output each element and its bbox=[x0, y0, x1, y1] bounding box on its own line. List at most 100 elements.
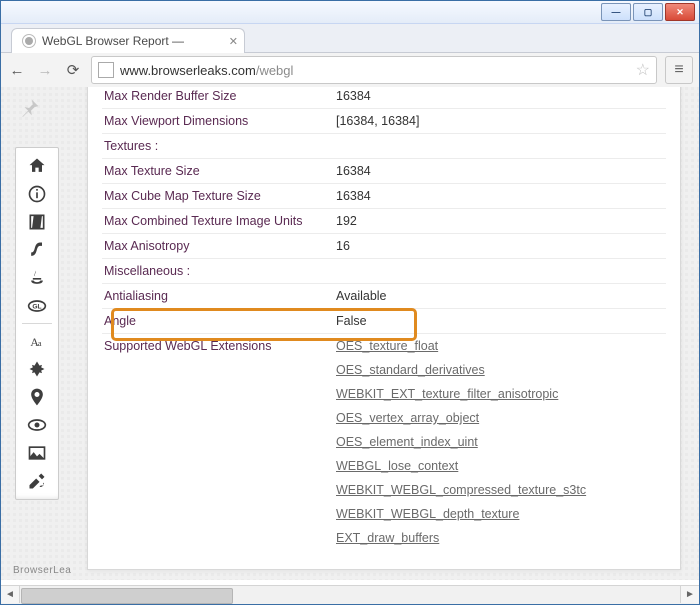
page-body: GL Aa BrowserLea Max Render Buffer Size1… bbox=[1, 87, 699, 580]
row-label: Supported WebGL Extensions bbox=[102, 337, 334, 355]
image-icon[interactable] bbox=[20, 439, 54, 467]
flash-icon[interactable] bbox=[20, 236, 54, 264]
extension-link[interactable]: WEBKIT_WEBGL_depth_texture bbox=[336, 507, 519, 521]
section-label: Miscellaneous : bbox=[102, 262, 666, 280]
row-value: OES_texture_float bbox=[334, 337, 666, 355]
fonts-icon[interactable]: Aa bbox=[20, 327, 54, 355]
row-value: Available bbox=[334, 287, 666, 305]
svg-text:a: a bbox=[38, 339, 42, 348]
row-value: WEBKIT_EXT_texture_filter_anisotropic bbox=[334, 385, 666, 403]
row-value: OES_vertex_array_object bbox=[334, 409, 666, 427]
reload-button[interactable]: ⟳ bbox=[63, 60, 83, 80]
window-titlebar: — ▢ ✕ bbox=[1, 1, 699, 24]
back-button[interactable]: ← bbox=[7, 60, 27, 80]
svg-text:GL: GL bbox=[32, 304, 41, 311]
row-label: Max Viewport Dimensions bbox=[102, 112, 334, 130]
row-label: Max Combined Texture Image Units bbox=[102, 212, 334, 230]
extension-link[interactable]: OES_element_index_uint bbox=[336, 435, 478, 449]
detection-icon[interactable] bbox=[20, 411, 54, 439]
tab-strip: WebGL Browser Report — ✕ bbox=[1, 24, 699, 53]
extension-row: Supported WebGL ExtensionsOES_texture_fl… bbox=[102, 334, 666, 358]
forward-button[interactable]: → bbox=[35, 60, 55, 80]
info-icon[interactable] bbox=[20, 180, 54, 208]
row-label bbox=[102, 368, 334, 372]
extension-link[interactable]: OES_vertex_array_object bbox=[336, 411, 479, 425]
url-host: www.browserleaks.com bbox=[120, 63, 256, 78]
row-label: Angle bbox=[102, 312, 334, 330]
extension-row: WEBKIT_EXT_texture_filter_anisotropic bbox=[102, 382, 666, 406]
extension-row: WEBKIT_WEBGL_compressed_texture_s3tc bbox=[102, 478, 666, 502]
sidebar-separator bbox=[22, 323, 52, 324]
java-icon[interactable] bbox=[20, 264, 54, 292]
toolbar: ← → ⟳ www.browserleaks.com/webgl ☆ ≡ bbox=[1, 53, 699, 88]
menu-button[interactable]: ≡ bbox=[665, 56, 693, 84]
section-label: Textures : bbox=[102, 137, 666, 155]
row-label bbox=[102, 512, 334, 516]
url-path: /webgl bbox=[256, 63, 294, 78]
extension-link[interactable]: WEBKIT_EXT_texture_filter_anisotropic bbox=[336, 387, 558, 401]
geolocation-icon[interactable] bbox=[20, 383, 54, 411]
scroll-right-button[interactable]: ► bbox=[680, 586, 699, 603]
row-label bbox=[102, 488, 334, 492]
extension-link[interactable]: WEBKIT_WEBGL_compressed_texture_s3tc bbox=[336, 483, 586, 497]
address-bar[interactable]: www.browserleaks.com/webgl ☆ bbox=[91, 56, 657, 84]
javascript-icon[interactable] bbox=[20, 208, 54, 236]
extension-row: OES_standard_derivatives bbox=[102, 358, 666, 382]
row-value: WEBGL_lose_context bbox=[334, 457, 666, 475]
report-panel: Max Render Buffer Size16384Max Viewport … bbox=[87, 87, 681, 570]
row-label: Max Render Buffer Size bbox=[102, 87, 334, 105]
browser-window: — ▢ ✕ WebGL Browser Report — ✕ ← → ⟳ www… bbox=[0, 0, 700, 605]
extension-row: OES_vertex_array_object bbox=[102, 406, 666, 430]
row-value: WEBKIT_WEBGL_compressed_texture_s3tc bbox=[334, 481, 666, 499]
extension-link[interactable]: EXT_draw_buffers bbox=[336, 531, 439, 545]
row-value: EXT_draw_buffers bbox=[334, 529, 666, 547]
webgl-icon[interactable]: GL bbox=[20, 292, 54, 320]
table-row: Max Anisotropy16 bbox=[102, 234, 666, 259]
extension-row: OES_element_index_uint bbox=[102, 430, 666, 454]
row-label bbox=[102, 464, 334, 468]
close-button[interactable]: ✕ bbox=[665, 3, 695, 21]
table-row: Max Cube Map Texture Size16384 bbox=[102, 184, 666, 209]
row-label: Max Texture Size bbox=[102, 162, 334, 180]
extension-link[interactable]: OES_texture_float bbox=[336, 339, 438, 353]
row-label bbox=[102, 416, 334, 420]
scroll-left-button[interactable]: ◄ bbox=[1, 586, 20, 603]
favicon-icon bbox=[22, 34, 36, 48]
row-value: 192 bbox=[334, 212, 666, 230]
extension-link[interactable]: WEBGL_lose_context bbox=[336, 459, 458, 473]
row-value: False bbox=[334, 312, 666, 330]
bookmark-star-icon[interactable]: ☆ bbox=[636, 60, 650, 80]
row-label bbox=[102, 536, 334, 540]
page-icon bbox=[98, 62, 114, 78]
extension-row: WEBKIT_WEBGL_depth_texture bbox=[102, 502, 666, 526]
row-value: 16384 bbox=[334, 87, 666, 105]
row-label: Max Anisotropy bbox=[102, 237, 334, 255]
minimize-button[interactable]: — bbox=[601, 3, 631, 21]
tab-title: WebGL Browser Report — bbox=[42, 34, 184, 48]
scroll-thumb[interactable] bbox=[21, 588, 233, 604]
extension-link[interactable]: OES_standard_derivatives bbox=[336, 363, 485, 377]
table-row: AngleFalse bbox=[102, 309, 666, 334]
section-header: Miscellaneous : bbox=[102, 259, 666, 284]
row-label: Max Cube Map Texture Size bbox=[102, 187, 334, 205]
tab-webgl-report[interactable]: WebGL Browser Report — ✕ bbox=[11, 28, 245, 53]
row-value: OES_element_index_uint bbox=[334, 433, 666, 451]
extension-row: WEBGL_lose_context bbox=[102, 454, 666, 478]
pin-icon[interactable] bbox=[19, 97, 41, 119]
row-value: 16384 bbox=[334, 187, 666, 205]
table-row: Max Viewport Dimensions[16384, 16384] bbox=[102, 109, 666, 134]
tools-icon[interactable] bbox=[20, 467, 54, 495]
table-row: Max Combined Texture Image Units192 bbox=[102, 209, 666, 234]
canvas-icon[interactable] bbox=[20, 355, 54, 383]
row-label: Antialiasing bbox=[102, 287, 334, 305]
row-label bbox=[102, 392, 334, 396]
tab-close-icon[interactable]: ✕ bbox=[229, 35, 238, 48]
section-header: Textures : bbox=[102, 134, 666, 159]
sidebar: GL Aa bbox=[15, 147, 59, 500]
row-value: 16384 bbox=[334, 162, 666, 180]
table-row: Max Render Buffer Size16384 bbox=[102, 87, 666, 109]
home-icon[interactable] bbox=[20, 152, 54, 180]
table-row: Max Texture Size16384 bbox=[102, 159, 666, 184]
maximize-button[interactable]: ▢ bbox=[633, 3, 663, 21]
horizontal-scrollbar[interactable]: ◄ ► bbox=[1, 585, 699, 604]
